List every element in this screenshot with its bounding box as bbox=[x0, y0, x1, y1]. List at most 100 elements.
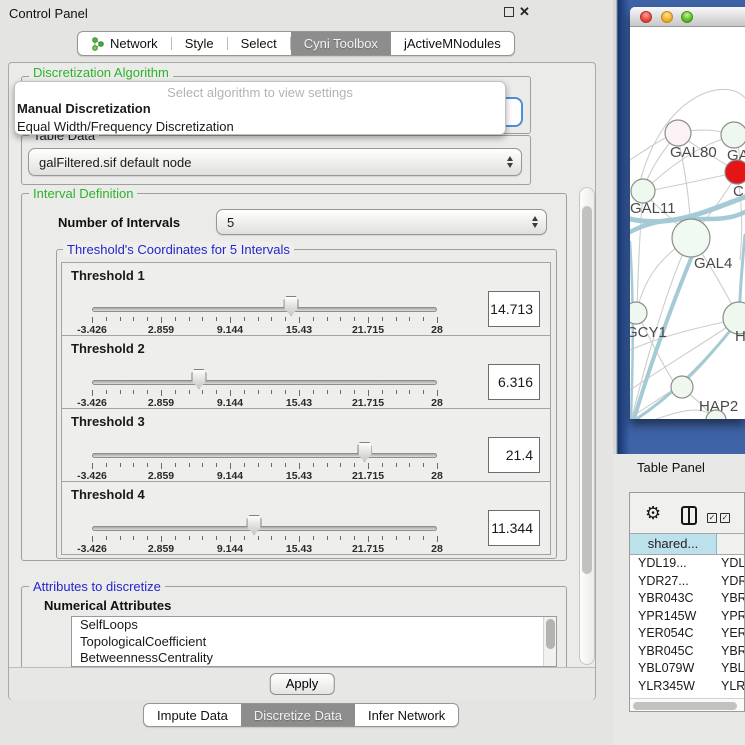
tab-impute-data[interactable]: Impute Data bbox=[144, 704, 241, 726]
attribute-list-item[interactable]: SelfLoops bbox=[72, 617, 556, 634]
tick-mark bbox=[258, 390, 259, 394]
menu-item-manual-discretization[interactable]: Manual Discretization bbox=[15, 100, 505, 118]
tick-mark bbox=[147, 317, 148, 321]
tick-mark bbox=[161, 463, 162, 469]
tab-label: Infer Network bbox=[368, 708, 445, 723]
tick-label: 2.859 bbox=[148, 543, 174, 555]
slider-handle[interactable] bbox=[284, 296, 299, 316]
table-data-combo[interactable]: galFiltered.sif default node bbox=[28, 148, 522, 176]
cell-shared-name: YPR145W bbox=[638, 608, 718, 626]
table-row[interactable]: YBL079WYBL0 bbox=[630, 660, 745, 678]
minimize-traffic-light-icon[interactable] bbox=[661, 11, 673, 23]
network-edge[interactable] bbox=[643, 173, 735, 192]
tick-mark bbox=[285, 390, 286, 394]
gear-icon[interactable]: ⚙ bbox=[645, 503, 661, 524]
network-canvas[interactable]: GAL80GACGAL11GAL4GCY1HHAP2 bbox=[630, 27, 745, 419]
network-node-gcy1[interactable] bbox=[630, 302, 647, 324]
tick-mark bbox=[354, 536, 355, 540]
attribute-list-item[interactable]: TopologicalCoefficient bbox=[72, 634, 556, 651]
table-row[interactable]: YBR043CYBR0 bbox=[630, 590, 745, 608]
table-panel: ⚙ ✓ ✓ shared... n YDL19...YDL1YDR27...YD… bbox=[629, 492, 745, 712]
tick-mark bbox=[216, 317, 217, 321]
checkbox-icon[interactable]: ✓ bbox=[707, 513, 717, 523]
algorithm-dropdown-popup: Select algorithm to view settings Manual… bbox=[14, 81, 506, 135]
tick-mark bbox=[285, 536, 286, 540]
tab-discretize-data[interactable]: Discretize Data bbox=[241, 704, 355, 726]
table-horizontal-scrollbar[interactable] bbox=[630, 698, 744, 712]
table-row[interactable]: YDL19...YDL1 bbox=[630, 555, 745, 573]
content-scrollbar[interactable] bbox=[579, 187, 595, 665]
scrollbar-thumb[interactable] bbox=[582, 206, 592, 574]
tick-mark bbox=[354, 463, 355, 467]
tab-select[interactable]: Select bbox=[228, 32, 290, 55]
control-panel-window: Control Panel ✕ NetworkStyleSelectCyni T… bbox=[0, 0, 613, 745]
tick-mark bbox=[437, 390, 438, 396]
tab-jactivemnodules[interactable]: jActiveMNodules bbox=[391, 32, 514, 55]
network-node-gal4[interactable] bbox=[672, 219, 710, 257]
slider-track[interactable] bbox=[92, 307, 437, 312]
number-of-intervals-combo[interactable]: 5 bbox=[216, 209, 547, 235]
slider-tick-labels: -3.4262.8599.14415.4321.71528 bbox=[92, 543, 437, 555]
tab-style[interactable]: Style bbox=[172, 32, 227, 55]
close-panel-icon[interactable]: ✕ bbox=[519, 4, 530, 20]
network-icon bbox=[91, 37, 105, 51]
attribute-list-item[interactable]: BetweennessCentrality bbox=[72, 650, 556, 667]
threshold-value-field[interactable]: 21.4 bbox=[488, 437, 540, 473]
slider-handle[interactable] bbox=[357, 442, 372, 462]
combo-stepper-icon bbox=[507, 156, 513, 168]
tick-mark bbox=[147, 390, 148, 394]
tick-mark bbox=[368, 463, 369, 469]
tick-mark bbox=[396, 536, 397, 540]
zoom-traffic-light-icon[interactable] bbox=[681, 11, 693, 23]
tab-label: Cyni Toolbox bbox=[304, 36, 378, 51]
table-row[interactable]: YPR145WYPR1 bbox=[630, 608, 745, 626]
slider-track[interactable] bbox=[92, 453, 437, 458]
tick-mark bbox=[92, 463, 93, 469]
column-header-shared-name[interactable]: shared... bbox=[630, 534, 717, 554]
network-node-c[interactable] bbox=[725, 160, 745, 184]
threshold-value-field[interactable]: 11.344 bbox=[488, 510, 540, 546]
threshold-value-field[interactable]: 6.316 bbox=[488, 364, 540, 400]
tick-mark bbox=[189, 317, 190, 321]
cell-name: YBR0 bbox=[721, 590, 745, 608]
menu-item-equal-width-frequency[interactable]: Equal Width/Frequency Discretization bbox=[15, 118, 505, 135]
column-layout-icon[interactable] bbox=[681, 506, 697, 525]
tick-mark bbox=[202, 536, 203, 540]
scrollbar-thumb[interactable] bbox=[633, 702, 737, 710]
apply-button[interactable]: Apply bbox=[270, 673, 335, 695]
tick-mark bbox=[120, 317, 121, 321]
network-window-titlebar[interactable] bbox=[630, 7, 745, 27]
threshold-value-field[interactable]: 14.713 bbox=[488, 291, 540, 327]
close-traffic-light-icon[interactable] bbox=[640, 11, 652, 23]
slider-track[interactable] bbox=[92, 380, 437, 385]
tick-mark bbox=[299, 536, 300, 542]
slider-handle[interactable] bbox=[191, 369, 206, 389]
slider-handle[interactable] bbox=[247, 515, 262, 535]
column-header-name[interactable]: n bbox=[718, 534, 745, 554]
cell-shared-name: YDR27... bbox=[638, 573, 718, 591]
tick-mark bbox=[423, 390, 424, 394]
table-row[interactable]: YLR345WYLR3 bbox=[630, 678, 745, 696]
network-node-gal80[interactable] bbox=[665, 120, 691, 146]
checkbox-icon[interactable]: ✓ bbox=[720, 513, 730, 523]
tab-infer-network[interactable]: Infer Network bbox=[355, 704, 458, 726]
tick-mark bbox=[106, 463, 107, 467]
table-row[interactable]: YDR27...YDR2 bbox=[630, 573, 745, 591]
table-row[interactable]: YER054CYER0 bbox=[630, 625, 745, 643]
tick-mark bbox=[133, 536, 134, 540]
float-panel-icon[interactable] bbox=[504, 7, 514, 17]
tick-mark bbox=[354, 317, 355, 321]
node-label-gal80: GAL80 bbox=[670, 144, 717, 161]
tick-mark bbox=[382, 317, 383, 321]
tab-network[interactable]: Network bbox=[78, 32, 171, 55]
combo-stepper-icon bbox=[532, 216, 538, 228]
network-node-hap2[interactable] bbox=[671, 376, 693, 398]
network-node-ga[interactable] bbox=[721, 122, 745, 148]
list-scrollbar[interactable] bbox=[543, 617, 556, 666]
tab-cyni-toolbox[interactable]: Cyni Toolbox bbox=[291, 32, 391, 55]
numerical-attributes-list[interactable]: SelfLoopsTopologicalCoefficientBetweenne… bbox=[71, 616, 557, 667]
table-row[interactable]: YBR045CYBR0 bbox=[630, 643, 745, 661]
node-label-c: C bbox=[733, 183, 744, 200]
tick-mark bbox=[258, 463, 259, 467]
slider-track[interactable] bbox=[92, 526, 437, 531]
